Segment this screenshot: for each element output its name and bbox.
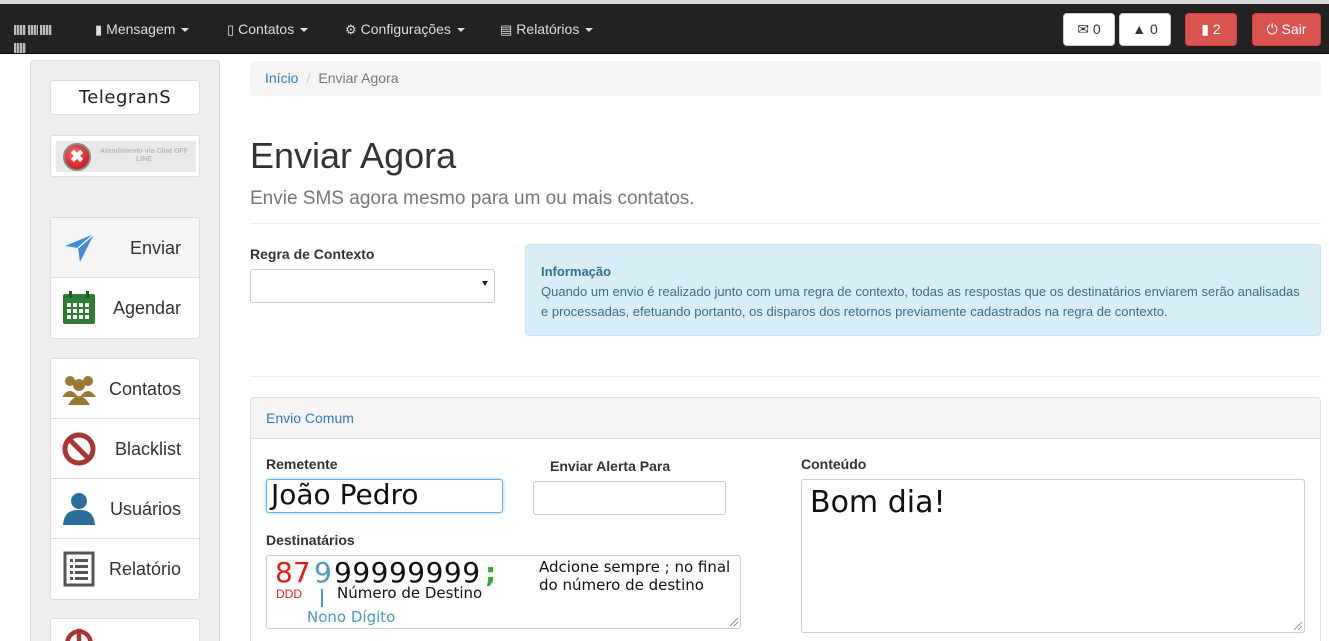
breadcrumb-separator: / [306,70,311,86]
menu-configuracoes[interactable]: ⚙ Configurações [345,4,465,54]
recipients-label: Destinatários [266,532,355,548]
info-alert: Informação Quando um envio é realizado j… [525,244,1321,336]
user-icon [63,493,95,525]
calendar-icon [63,291,95,324]
alerts-button[interactable]: ▮ 2 [1185,13,1237,46]
sidebar-menu-more [50,618,200,641]
envelope-icon: ✉ [1077,21,1090,37]
page-title: Enviar Agora [250,135,457,176]
notifications-button[interactable]: ▲ 0 [1119,13,1171,46]
caret-down-icon [300,28,309,33]
ninth-digit-pointer [321,589,323,607]
divider [250,376,1321,377]
caret-down-icon [585,28,594,33]
logout-button[interactable]: ⏻ Sair [1252,13,1321,46]
sidebar-item-relatorio[interactable]: Relatório [51,539,199,599]
sidebar-item-blacklist[interactable]: Blacklist [51,419,199,479]
list-icon: ▤ [500,22,513,37]
content-label: Conteúdo [801,456,867,472]
recipient-separator: ; [485,556,497,589]
gear-icon: ⚙ [345,22,357,37]
sender-label: Remetente [266,456,338,472]
recipient-ddd: 87 [275,556,311,589]
caret-down-icon [456,28,465,33]
info-title: Informação [541,264,612,279]
sender-input[interactable]: João Pedro [266,478,503,513]
top-navbar: ▮ Mensagem ▯ Contatos ⚙ Configurações ▤ Rela… [0,4,1329,54]
context-rule-label: Regra de Contexto [250,246,375,262]
chat-status-box[interactable]: ✖ Atendimento via Chat OFF LINE [50,135,200,177]
comment-icon: ▮ [95,22,103,37]
sidebar-brand: TelegranS [50,80,200,115]
recipients-hint: Adcione sempre ; no final do número de d… [539,558,731,594]
sidebar-item-enviar[interactable]: Enviar [51,218,199,278]
book-icon: ▯ [227,22,235,37]
resize-handle[interactable] [730,618,738,626]
breadcrumb-home-link[interactable]: Início [265,70,298,86]
bell-icon: ▲ [1132,21,1147,37]
resize-handle[interactable] [1294,622,1302,630]
chat-status-text: Atendimento via Chat OFF LINE [100,148,188,163]
messages-button[interactable]: ✉ 0 [1063,13,1115,46]
context-rule-select[interactable] [250,269,495,303]
report-icon [63,551,95,587]
sidebar-item-usuarios[interactable]: Usuários [51,479,199,539]
recipients-textarea[interactable]: 87 9 99999999 ; DDD Número de Destino No… [266,555,741,629]
users-icon [62,376,96,405]
alert-to-label: Enviar Alerta Para [550,458,671,474]
sidebar-item-agendar[interactable]: Agendar [51,278,199,338]
ninth-digit-annotation: Nono Dígito [307,608,396,626]
select-arrow-icon [482,281,488,286]
sidebar-item-contatos[interactable]: Contatos [51,359,199,419]
recipient-ninth-digit: 9 [314,556,332,589]
breadcrumb-current: Enviar Agora [318,70,399,86]
menu-mensagem[interactable]: ▮ Mensagem [95,4,190,54]
paper-plane-icon [65,233,95,262]
menu-contatos[interactable]: ▯ Contatos [227,4,309,54]
ddd-annotation: DDD [276,587,302,601]
power-icon[interactable] [63,627,95,641]
ban-icon [62,432,96,466]
info-text: Quando um envio é realizado junto com um… [541,284,1300,319]
comment-icon: ▮ [1201,21,1210,37]
page-subtitle: Envie SMS agora mesmo para um ou mais co… [250,188,695,209]
divider [250,223,1321,224]
panel-title: Envio Comum [251,398,1320,439]
logo[interactable] [14,22,66,53]
sidebar-menu-manage: Contatos Blacklist Usuários Relatório [50,358,200,600]
power-icon: ⏻ [1266,21,1278,37]
caret-down-icon [181,28,190,33]
menu-relatorios[interactable]: ▤ Relatórios [500,4,594,54]
breadcrumb: Início / Enviar Agora [250,61,1321,96]
offline-x-icon: ✖ [63,143,91,171]
sidebar-menu-send: Enviar Agendar [50,217,200,339]
chat-status-banner: ✖ Atendimento via Chat OFF LINE [56,141,196,172]
alert-to-input[interactable] [533,481,726,515]
content-textarea[interactable]: Bom dia! [801,479,1305,633]
number-annotation: Número de Destino [337,584,483,602]
